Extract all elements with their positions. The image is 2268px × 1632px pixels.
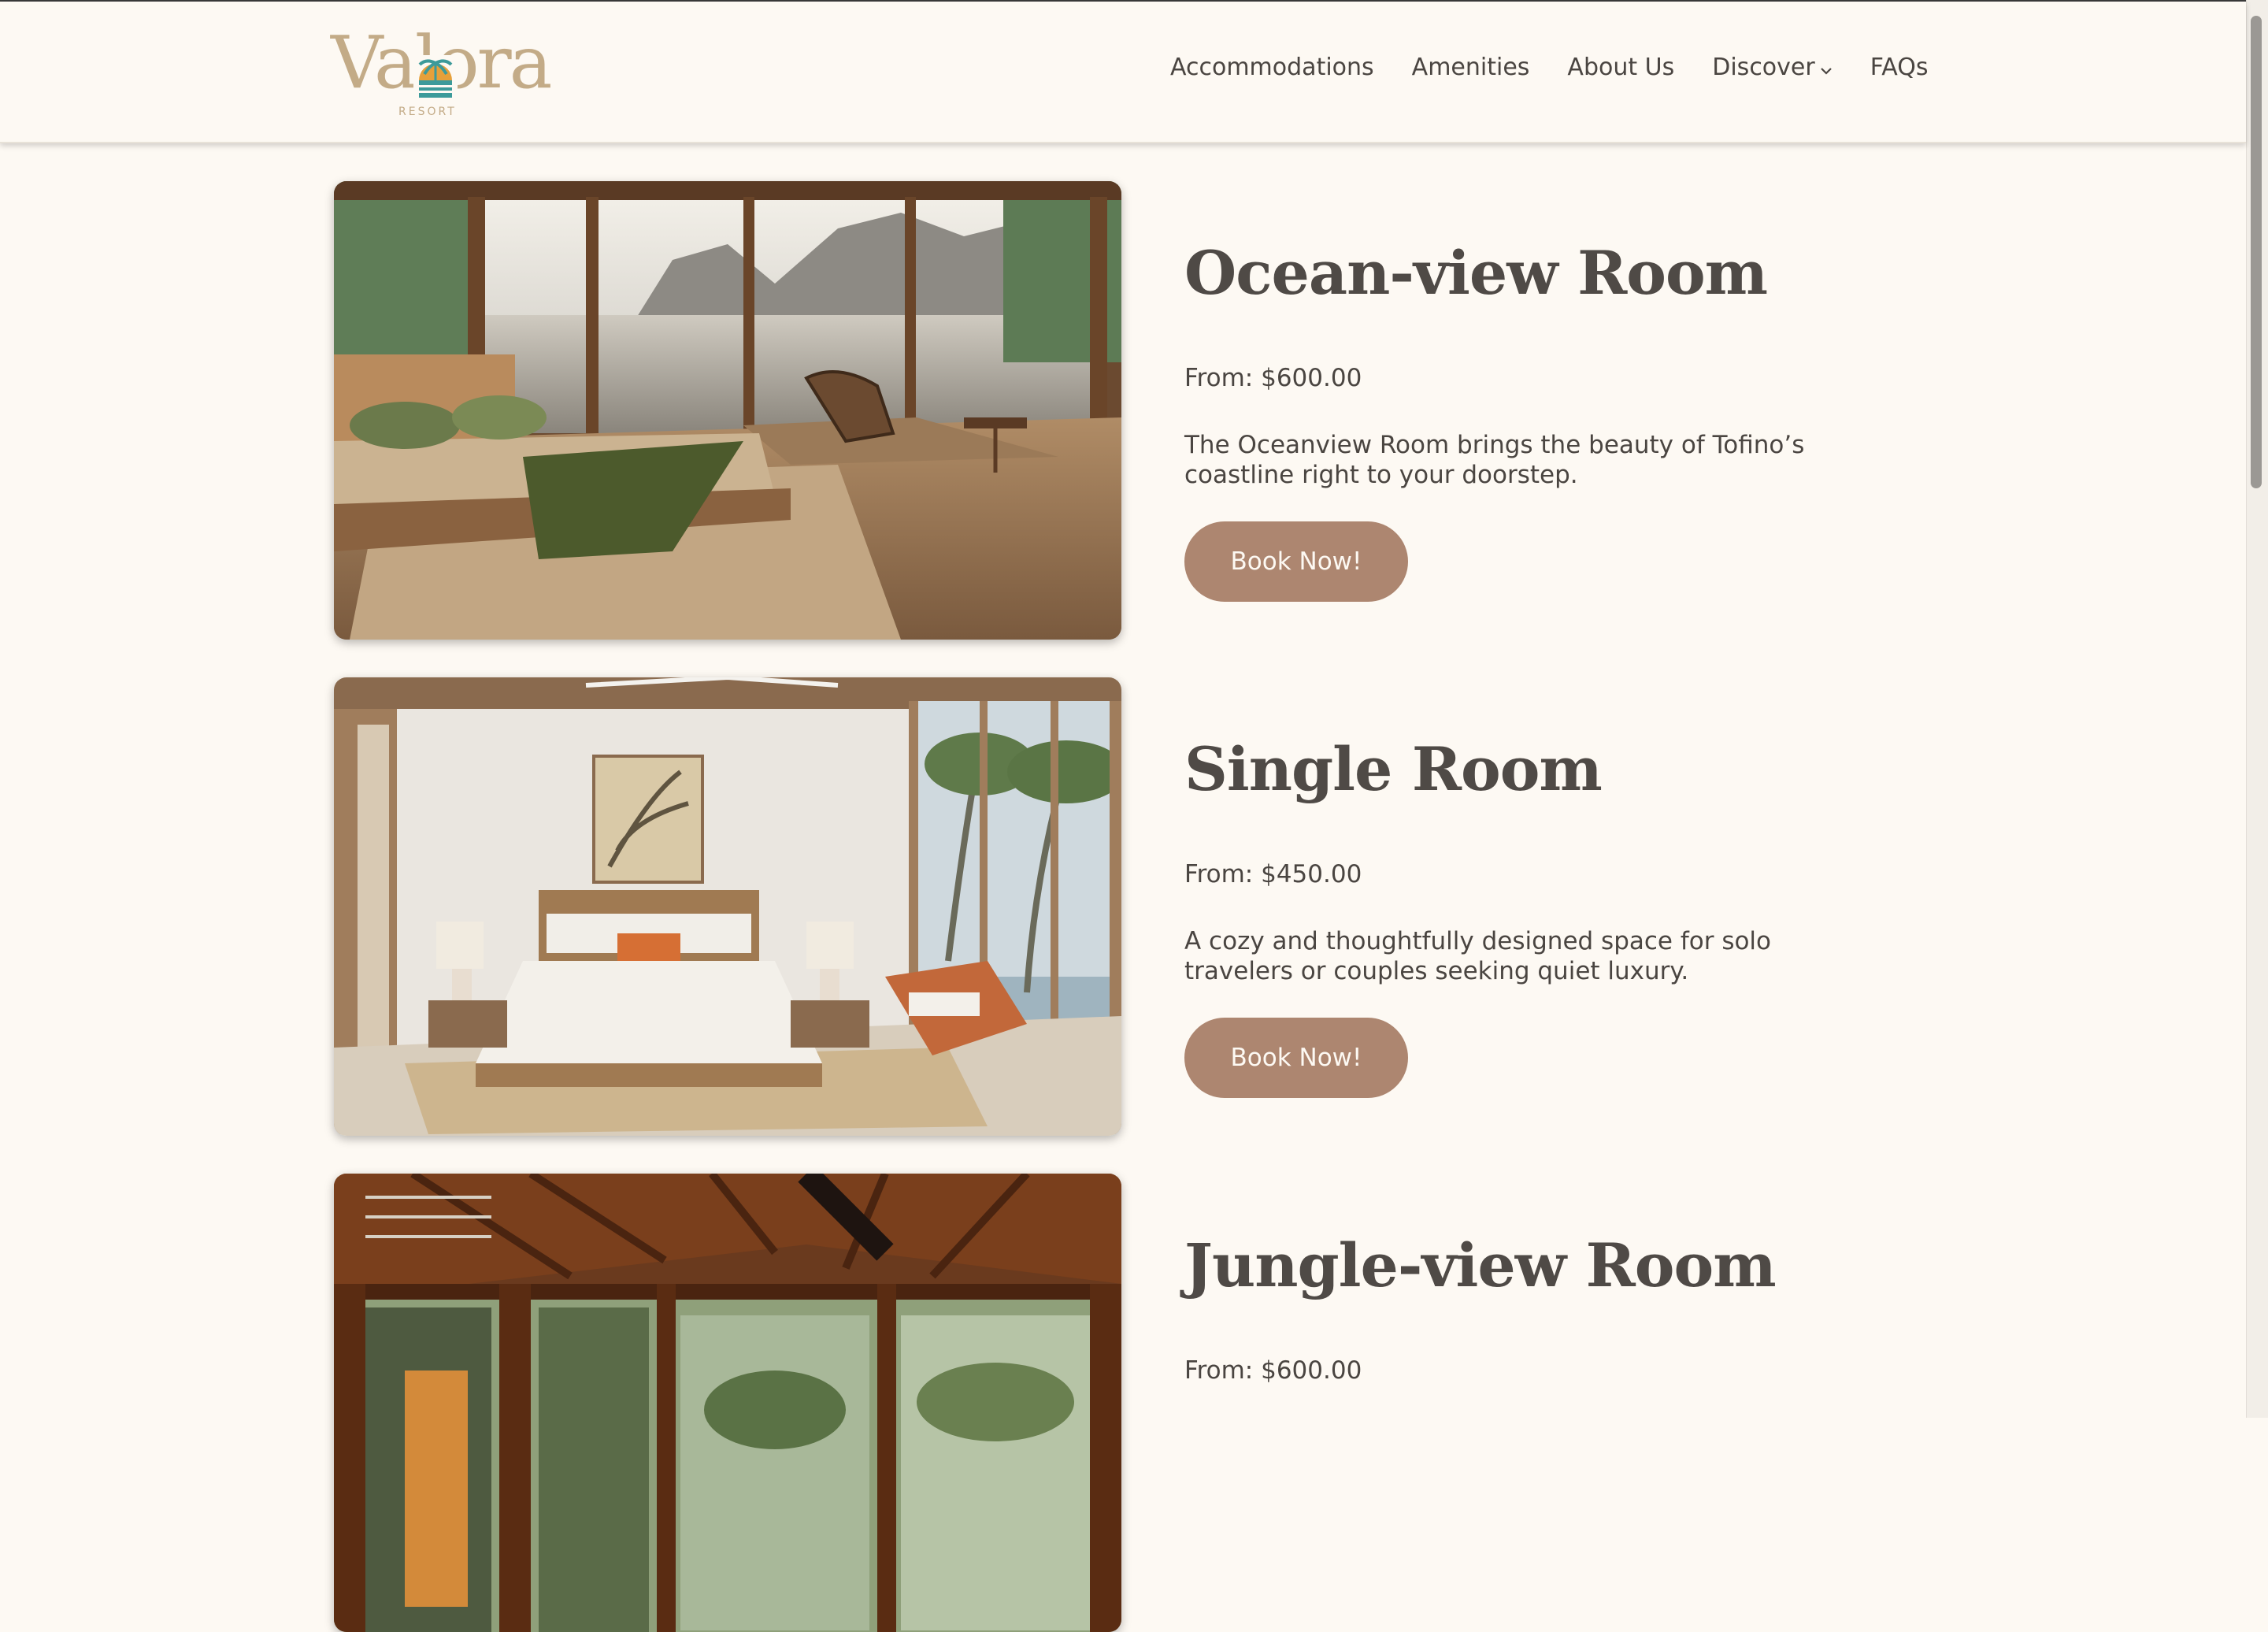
room-title: Ocean-view Room <box>1184 238 1768 308</box>
palm-sun-icon <box>413 55 458 99</box>
nav-about-us[interactable]: About Us <box>1567 54 1674 81</box>
chevron-down-icon <box>1820 68 1832 75</box>
room-price: From: $600.00 <box>1184 364 1362 392</box>
site-header: Valora RESORT Accommodations Amenities A… <box>0 2 2246 143</box>
book-now-button[interactable]: Book Now! <box>1184 521 1408 602</box>
single-bedroom-photo <box>334 677 1121 1136</box>
jungle-view-room-photo <box>334 1174 1121 1632</box>
book-now-button[interactable]: Book Now! <box>1184 1018 1408 1098</box>
room-price: From: $450.00 <box>1184 860 1362 888</box>
nav-discover-label: Discover <box>1712 54 1815 81</box>
ocean-view-bedroom-photo <box>334 181 1121 640</box>
nav-accommodations[interactable]: Accommodations <box>1170 54 1374 81</box>
jungle-view-room-image <box>334 1174 1121 1632</box>
room-title: Jungle-view Room <box>1184 1230 1777 1300</box>
ocean-view-room-image <box>334 181 1121 640</box>
page-scrollbar-thumb[interactable] <box>2251 16 2262 488</box>
nav-faqs[interactable]: FAQs <box>1870 54 1929 81</box>
room-description: A cozy and thoughtfully designed space f… <box>1184 927 1772 985</box>
room-title: Single Room <box>1184 734 1603 804</box>
nav-discover[interactable]: Discover <box>1712 54 1832 81</box>
nav-amenities[interactable]: Amenities <box>1412 54 1530 81</box>
main-nav: Accommodations Amenities About Us Discov… <box>1170 54 1928 81</box>
room-description: The Oceanview Room brings the beauty of … <box>1184 431 1805 489</box>
room-price: From: $600.00 <box>1184 1356 1362 1385</box>
logo-subtitle: RESORT <box>398 106 457 118</box>
valora-logo[interactable]: Valora RESORT <box>331 24 552 126</box>
single-room-image <box>334 677 1121 1136</box>
